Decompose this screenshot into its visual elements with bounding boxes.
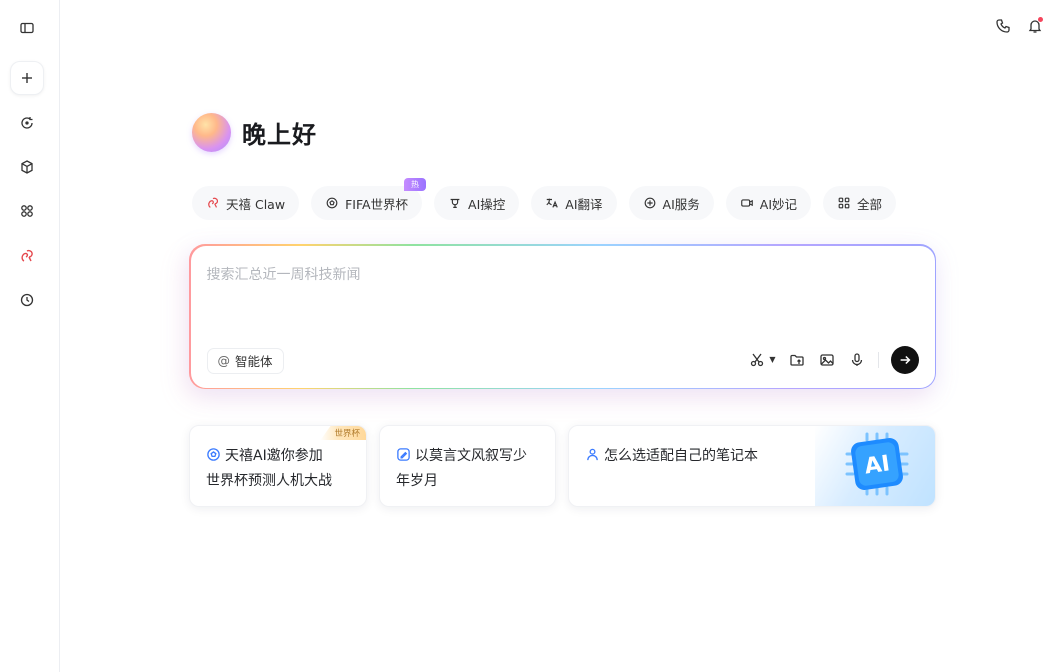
sidebar-toggle-icon — [20, 22, 34, 34]
cube-icon — [21, 160, 33, 174]
mic-icon — [851, 352, 862, 366]
grid-icon — [838, 197, 850, 209]
apps-icon — [21, 205, 33, 217]
person-icon — [587, 448, 598, 461]
at-icon: @ — [217, 353, 231, 368]
arrow-right-icon — [900, 355, 910, 364]
mic-button[interactable] — [848, 351, 866, 369]
chat-refresh-icon — [21, 117, 33, 129]
chip-ai-notes[interactable]: AI妙记 — [725, 186, 812, 220]
steering-icon — [450, 198, 460, 208]
chip-ai-control[interactable]: AI操控 — [434, 186, 520, 220]
sidebar-item-claw[interactable] — [10, 239, 44, 273]
chip-label: AI妙记 — [759, 196, 798, 212]
sidebar-item-history[interactable] — [10, 283, 44, 317]
chip-ai-service[interactable]: AI服务 — [628, 186, 714, 220]
agent-button[interactable]: @ 智能体 — [206, 347, 284, 374]
notification-button[interactable] — [1025, 14, 1045, 38]
pen-icon — [397, 448, 410, 461]
top-right-actions — [993, 14, 1045, 38]
phone-button[interactable] — [993, 14, 1013, 38]
suggestion-card[interactable]: AI 怎么选适配自己的笔记本 — [568, 425, 936, 507]
assistant-orb-avatar — [192, 113, 231, 152]
soccer-icon — [326, 197, 338, 209]
chip-label: 天禧 Claw — [226, 196, 286, 212]
ai-chip-label: AI — [863, 451, 891, 479]
sidebar-item-cube[interactable] — [10, 150, 44, 184]
chat-input-box: 搜索汇总近一周科技新闻 @ 智能体 ▼ — [189, 244, 936, 389]
card-text-line2: 世界杯预测人机大战 — [206, 473, 332, 489]
card-text-line1: 以莫言文风叙写少 — [415, 448, 527, 464]
toolbar-divider — [877, 351, 879, 368]
claw-icon — [208, 197, 219, 208]
suggestion-card[interactable]: 世界杯 天禧AI邀你参加 世界杯预测人机大战 — [189, 425, 367, 507]
chip-label: AI翻译 — [565, 196, 603, 212]
translate-icon — [546, 198, 559, 208]
chip-claw[interactable]: 天禧 Claw — [192, 186, 300, 220]
chip-all[interactable]: 全部 — [823, 186, 897, 220]
suggestion-card[interactable]: 以莫言文风叙写少 年岁月 — [379, 425, 556, 507]
hot-badge: 热 — [404, 178, 427, 191]
chevron-down-icon[interactable]: ▼ — [769, 355, 775, 364]
card-tag: 世界杯 — [320, 426, 366, 440]
scissors-icon — [751, 353, 764, 366]
sidebar-toggle-button[interactable] — [10, 11, 44, 45]
card-text-line2: 年岁月 — [396, 473, 438, 489]
sidebar — [0, 0, 60, 672]
feature-chips: 天禧 Claw FIFA世界杯 热 AI操控 AI翻译 AI服务 AI妙记 全部 — [192, 178, 897, 220]
input-toolbar: ▼ — [748, 345, 919, 374]
greeting-text: 晚上好 — [242, 121, 317, 149]
agent-label: 智能体 — [235, 354, 273, 369]
chip-ai-translate[interactable]: AI翻译 — [531, 186, 617, 220]
sidebar-item-apps[interactable] — [10, 194, 44, 228]
service-icon — [644, 197, 655, 209]
new-chat-button[interactable] — [10, 61, 44, 95]
chip-label: AI服务 — [662, 196, 700, 212]
image-icon — [819, 353, 834, 366]
greeting: 晚上好 — [192, 113, 317, 152]
history-icon — [20, 293, 34, 307]
folder-upload-icon — [789, 354, 804, 366]
chip-label: AI操控 — [468, 196, 506, 212]
claw-icon — [21, 249, 33, 262]
record-icon — [740, 199, 753, 207]
image-button[interactable] — [818, 351, 836, 369]
chip-label: 全部 — [857, 196, 883, 212]
card-text-line1: 天禧AI邀你参加 — [225, 448, 323, 464]
plus-icon — [22, 73, 32, 83]
chip-fifa[interactable]: FIFA世界杯 热 — [311, 178, 427, 220]
phone-icon — [996, 19, 1010, 33]
card-text-line1: 怎么选适配自己的笔记本 — [604, 448, 758, 464]
ai-chip-illustration: AI — [815, 426, 935, 506]
soccer-icon — [207, 448, 220, 461]
scissors-button[interactable] — [748, 351, 766, 369]
sidebar-item-chat[interactable] — [10, 106, 44, 140]
chat-input[interactable]: 搜索汇总近一周科技新闻 — [207, 264, 361, 284]
send-button[interactable] — [890, 345, 919, 374]
ai-chip-icon: AI — [845, 432, 909, 496]
chip-label: FIFA世界杯 — [345, 196, 409, 212]
notification-dot — [1038, 17, 1043, 22]
upload-folder-button[interactable] — [788, 351, 806, 369]
